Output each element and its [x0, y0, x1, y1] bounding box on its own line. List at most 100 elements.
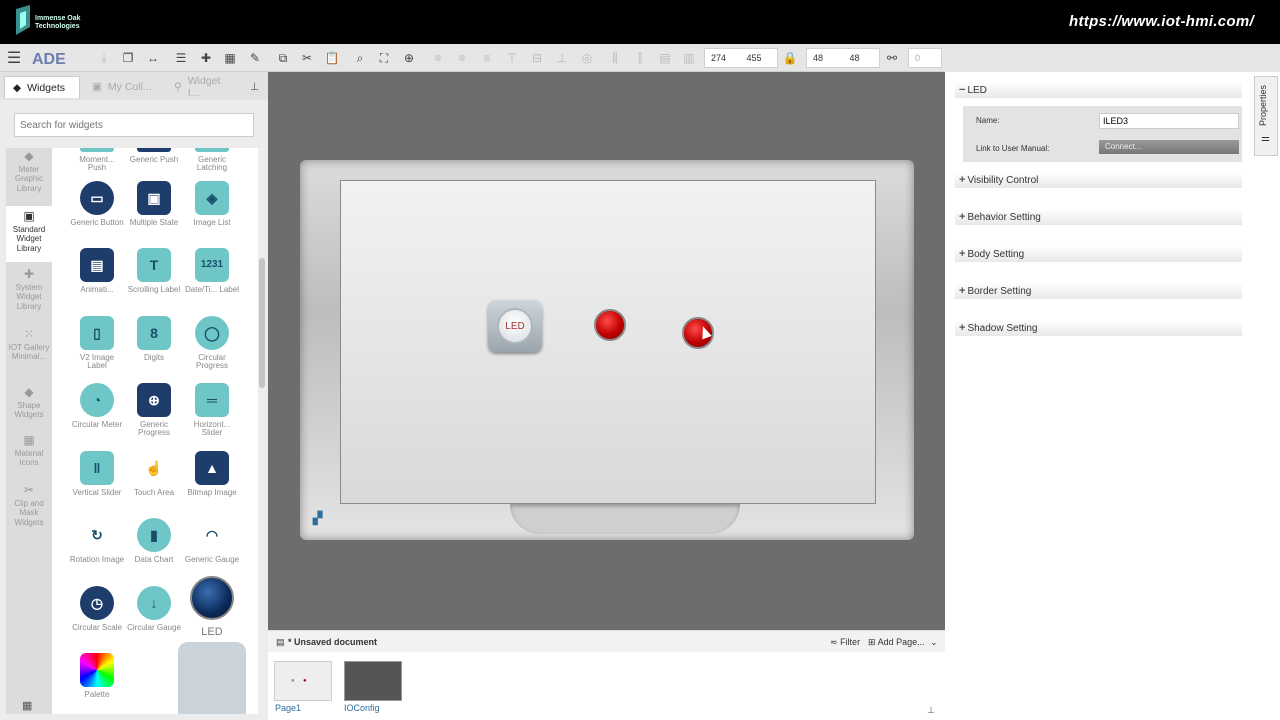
- widget-circular-gauge[interactable]: ↓ Circular Gauge: [126, 586, 182, 632]
- led-widget-icon: [190, 576, 234, 620]
- section-shadow-setting[interactable]: + Shadow Setting: [955, 320, 1242, 336]
- category-clip-mask[interactable]: ✂ Clip and Mask Widgets: [6, 484, 52, 538]
- widget-grid-scrollbar[interactable]: [259, 148, 265, 714]
- widget-rotation-image[interactable]: ↻ Rotation Image: [69, 518, 125, 564]
- widget-digits[interactable]: 8 Digits: [126, 316, 182, 362]
- duplicate-icon[interactable]: ⧉: [273, 48, 293, 68]
- widget-bitmap-image[interactable]: ▲ Bitmap Image: [184, 451, 240, 497]
- zoom-in-icon[interactable]: ⊕: [399, 48, 419, 68]
- ioconfig-thumbnail[interactable]: [344, 661, 402, 701]
- pin-panel-icon[interactable]: ⊥: [246, 76, 264, 98]
- align-top-icon[interactable]: ⊤: [502, 48, 522, 68]
- align-right-icon[interactable]: ≡: [477, 48, 497, 68]
- hamburger-menu-icon[interactable]: ☰: [4, 48, 24, 68]
- category-label: Material Icons: [14, 448, 44, 468]
- widget-panel: ◆ Widgets ▣ My Coll... ⚲ Widget I... ⊥ ◆…: [0, 72, 268, 720]
- page1-label[interactable]: Page1: [275, 703, 301, 713]
- add-page-button[interactable]: ⊞ Add Page...: [868, 637, 925, 648]
- category-iot-gallery[interactable]: ⁙ IOT Gallery Minimal...: [6, 328, 52, 382]
- widget-touch-area[interactable]: ☝ Touch Area: [126, 451, 182, 497]
- panel-tabs: ◆ Widgets ▣ My Coll... ⚲ Widget I... ⊥: [0, 72, 268, 100]
- apps-grid-icon[interactable]: ▦: [22, 699, 32, 712]
- widget-led[interactable]: LED: [184, 576, 240, 638]
- widgets-icon[interactable]: ▦: [220, 48, 240, 68]
- copy-layer-icon[interactable]: ❐: [118, 48, 138, 68]
- section-led[interactable]: − LED: [955, 82, 1242, 98]
- align-left-icon[interactable]: ≡: [428, 48, 448, 68]
- widget-generic-latching[interactable]: Generic Latching: [184, 148, 240, 172]
- tab-widget-info[interactable]: ⚲ Widget I...: [166, 75, 242, 99]
- section-visibility-control[interactable]: + Visibility Control: [955, 172, 1242, 188]
- widget-animation[interactable]: ▤ Animati...: [69, 248, 125, 294]
- cut-icon[interactable]: ✂: [297, 48, 317, 68]
- code-icon[interactable]: ↔: [143, 48, 163, 68]
- section-border-setting[interactable]: + Border Setting: [955, 283, 1242, 299]
- tab-widgets[interactable]: ◆ Widgets: [4, 76, 80, 98]
- list-icon[interactable]: ☰: [171, 48, 191, 68]
- pin-icon[interactable]: ⊥: [927, 705, 935, 716]
- scrollbar-thumb[interactable]: [259, 258, 265, 388]
- align-center-icon[interactable]: ≡: [452, 48, 472, 68]
- rotation-field[interactable]: 0: [908, 48, 942, 68]
- hmi-screen[interactable]: [340, 180, 876, 504]
- led-button-face: LED: [497, 308, 533, 344]
- widget-data-chart[interactable]: ▮ Data Chart: [126, 518, 182, 564]
- widget-search-input[interactable]: [14, 113, 254, 137]
- widget-generic-button[interactable]: ▭ Generic Button: [69, 181, 125, 227]
- widget-datetime-label[interactable]: 1231 Date/Ti... Label: [184, 248, 240, 294]
- category-material-icons[interactable]: ▦ Material Icons: [6, 434, 52, 480]
- wrench-icon[interactable]: ✎: [245, 48, 265, 68]
- position-field[interactable]: 274 455: [704, 48, 778, 68]
- chevron-down-icon[interactable]: ⌄: [930, 637, 938, 648]
- widget-circular-progress[interactable]: ◯ Circular Progress: [184, 316, 240, 370]
- page1-thumbnail[interactable]: ● ●: [274, 661, 332, 701]
- section-body-setting[interactable]: + Body Setting: [955, 246, 1242, 262]
- distribute-h-icon[interactable]: ⫼: [605, 48, 625, 68]
- paste-icon[interactable]: 📋: [322, 48, 342, 68]
- size-field[interactable]: 48 48: [806, 48, 880, 68]
- tab-my-collection[interactable]: ▣ My Coll...: [84, 76, 164, 98]
- widget-image-list[interactable]: ◈ Image List: [184, 181, 240, 227]
- widget-multiple-state[interactable]: ▣ Multiple State: [126, 181, 182, 227]
- category-meter-graphic[interactable]: ◆ Meter Graphic Library: [6, 149, 52, 204]
- ioconfig-label[interactable]: IOConfig: [344, 703, 380, 713]
- lock-icon[interactable]: 🔒: [780, 48, 800, 68]
- name-label: Name:: [976, 116, 1000, 125]
- widget-horizontal-slider[interactable]: ═ Horizont... Slider: [184, 383, 240, 437]
- expand-icon: +: [959, 285, 966, 297]
- align-bottom-icon[interactable]: ⊥: [552, 48, 572, 68]
- send-back-icon[interactable]: ▥: [679, 48, 699, 68]
- widget-vertical-slider[interactable]: ‖ Vertical Slider: [69, 451, 125, 497]
- widget-generic-gauge[interactable]: ◠ Generic Gauge: [184, 518, 240, 564]
- widget-generic-push[interactable]: Generic Push: [126, 148, 182, 164]
- link-icon[interactable]: ⚯: [882, 48, 902, 68]
- category-shape-widgets[interactable]: ◆ Shape Widgets: [6, 386, 52, 432]
- bring-front-icon[interactable]: ▤: [655, 48, 675, 68]
- category-label: Shape Widgets: [14, 400, 44, 420]
- puzzle-icon[interactable]: ✚: [196, 48, 216, 68]
- red-led-widget-1[interactable]: [594, 309, 626, 341]
- fit-screen-icon[interactable]: ⛶: [374, 48, 394, 68]
- widget-v2-image-label[interactable]: ▯ V2 Image Label: [69, 316, 125, 370]
- widget-circular-scale[interactable]: ◷ Circular Scale: [69, 586, 125, 632]
- filter-button[interactable]: ≂ Filter: [830, 637, 860, 648]
- widget-palette[interactable]: Palette: [69, 653, 125, 699]
- target-icon[interactable]: ◎: [577, 48, 597, 68]
- properties-side-tab[interactable]: Properties ⚌: [1254, 76, 1278, 156]
- widget-circular-meter[interactable]: ◔ Circular Meter: [69, 383, 125, 429]
- align-middle-icon[interactable]: ⊟: [527, 48, 547, 68]
- category-system-widget[interactable]: ✚ System Widget Library: [6, 268, 52, 322]
- zoom-out-icon[interactable]: ⌕: [350, 48, 370, 68]
- led-button-widget[interactable]: LED: [488, 300, 542, 352]
- category-standard-widget[interactable]: ▣ Standard Widget Library: [6, 206, 52, 262]
- connect-button[interactable]: Connect...: [1099, 140, 1239, 154]
- widget-scrolling-label[interactable]: T Scrolling Label: [126, 248, 182, 294]
- download-icon[interactable]: ⤓: [94, 48, 114, 68]
- widget-momentary-push[interactable]: Moment... Push: [69, 148, 125, 172]
- section-behavior-setting[interactable]: + Behavior Setting: [955, 209, 1242, 225]
- name-input[interactable]: [1099, 113, 1239, 129]
- widget-generic-progress[interactable]: ⊕ Generic Progress: [126, 383, 182, 437]
- distribute-v-icon[interactable]: ⫿: [630, 48, 650, 68]
- layers-icon: ◆: [24, 149, 34, 163]
- thumb-led-dot: ●: [291, 678, 295, 684]
